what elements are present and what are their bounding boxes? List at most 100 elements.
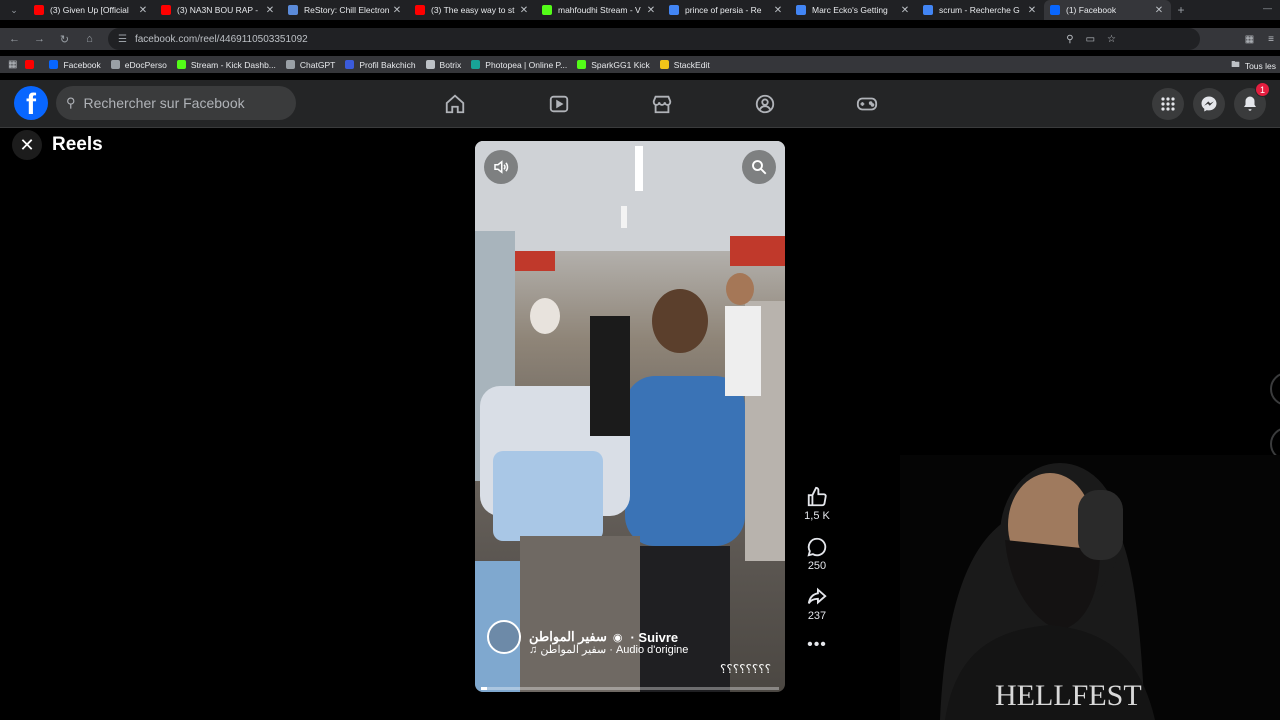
browser-tab[interactable]: mahfoudhi Stream - V ✕ [536,0,663,20]
reel-video[interactable]: سفير المواطن ◉ · Suivre ♫ سفير المواطن ·… [475,141,785,692]
bookmark-favicon-icon [49,60,59,69]
notification-badge: 1 [1255,82,1270,97]
bookmark-favicon-icon [110,60,120,69]
video-search-button[interactable] [742,150,776,184]
like-button[interactable]: 1,5 K [804,486,830,522]
comment-icon [807,537,827,557]
tab-close-icon[interactable]: ✕ [772,5,784,16]
search-icon [752,160,767,175]
tab-title: mahfoudhi Stream - V [558,5,641,15]
bookmark-label: Photopea | Online P... [485,59,568,70]
tab-close-icon[interactable]: ✕ [391,5,403,16]
tab-close-icon[interactable]: ✕ [899,5,911,16]
reading-list-icon[interactable]: ≡ [1268,34,1274,45]
bookmark-label: SparkGG1 Kick [591,59,650,70]
bookmark-star-icon[interactable]: ☆ [1107,34,1116,45]
bookmark-label: Facebook [63,59,101,70]
browser-tab[interactable]: (3) The easy way to st ✕ [409,0,536,20]
back-button[interactable]: ← [2,33,27,45]
apps-grid-icon[interactable]: ▦ [8,59,17,70]
nav-gaming[interactable] [815,80,919,128]
tab-favicon-icon [923,5,933,15]
close-reels-button[interactable]: ✕ [12,130,42,160]
tab-title: Marc Ecko's Getting [812,5,888,15]
mute-button[interactable] [484,150,518,184]
bookmark-item[interactable]: Photopea | Online P... [471,60,567,70]
tab-close-icon[interactable]: ✕ [518,5,530,16]
video-frame-scene [475,141,785,692]
facebook-search-input[interactable]: ⚲ Rechercher sur Facebook [56,86,296,120]
forward-button[interactable]: → [27,33,52,45]
menu-grid-icon [1161,97,1175,111]
tab-close-icon[interactable]: ✕ [264,5,276,16]
nav-home[interactable] [403,80,507,128]
tab-close-icon[interactable]: ✕ [137,5,149,16]
reel-audio[interactable]: ♫ سفير المواطن · Audio d'origine [529,643,688,656]
like-count: 1,5 K [804,510,830,522]
minimize-icon[interactable]: — [1263,3,1272,13]
bookmark-item[interactable]: ChatGPT [285,60,335,70]
browser-tab[interactable]: Marc Ecko's Getting ✕ [790,0,917,20]
share-button[interactable]: 237 [806,586,828,622]
bookmark-favicon-icon [659,60,669,69]
browser-tab[interactable]: scrum - Recherche G ✕ [917,0,1044,20]
thumbs-up-icon [807,486,827,507]
close-icon: ✕ [19,134,35,155]
previous-reel-button[interactable] [1270,372,1280,406]
menu-button[interactable] [1152,88,1184,120]
extensions-icon[interactable]: ▦ [1245,34,1254,45]
messenger-icon [1201,96,1217,112]
bookmark-item[interactable]: StackEdit [659,60,710,70]
nav-marketplace[interactable] [610,80,714,128]
browser-tab[interactable]: (3) NA3N BOU RAP - ✕ [155,0,282,20]
tab-favicon-icon [542,5,552,15]
browser-tab[interactable]: prince of persia - Re ✕ [663,0,790,20]
search-placeholder: Rechercher sur Facebook [83,95,245,111]
browser-tab[interactable]: (1) Facebook ✕ [1044,0,1171,20]
comment-button[interactable]: 250 [806,536,828,572]
speaker-icon [494,160,509,174]
groups-icon [755,94,775,114]
tab-search-chevron-icon[interactable]: ⌄ [0,5,28,16]
bookmark-item[interactable]: Botrix [425,59,462,70]
notifications-button[interactable]: 1 [1234,82,1270,120]
bookmark-item[interactable]: SparkGG1 Kick [577,60,650,70]
reload-button[interactable]: ↻ [52,33,77,46]
site-info-icon[interactable]: ☰ [118,34,127,45]
address-bar[interactable]: ☰ facebook.com/reel/4469110503351092 ⚲ ▭… [108,28,1200,50]
facebook-logo-icon[interactable]: f [14,86,48,120]
video-progress-bar[interactable] [481,687,779,690]
bookmarks-bar: ▦ Facebook eDocPerso Stream - Kick Dashb..… [0,56,1280,73]
browser-tab[interactable]: ReStory: Chill Electron ✕ [282,0,409,20]
bookmark-item[interactable]: eDocPerso [110,60,167,70]
audio-label: سفير المواطن · Audio d'origine [540,644,689,656]
tab-close-icon[interactable]: ✕ [1153,5,1165,16]
comment-count: 250 [807,560,827,572]
video-progress-fill [481,687,487,690]
new-tab-button[interactable]: + [1171,3,1191,17]
bookmark-item[interactable]: Stream - Kick Dashb... [176,60,276,70]
install-icon[interactable]: ▭ [1086,34,1095,45]
tab-title: (3) The easy way to st [431,5,515,15]
bookmark-item[interactable] [25,60,39,69]
tab-close-icon[interactable]: ✕ [1026,5,1038,16]
streamer-webcam-image: HELLFEST [900,455,1280,720]
tab-favicon-icon [288,5,298,15]
more-options-icon[interactable]: ••• [807,636,827,654]
messenger-button[interactable] [1193,88,1225,120]
tab-favicon-icon [161,5,171,15]
bookmark-item[interactable]: Facebook [49,59,101,70]
owner-avatar[interactable] [487,620,521,654]
nav-video[interactable] [507,80,611,128]
nav-groups[interactable] [713,80,817,128]
tab-favicon-icon [669,5,679,15]
zoom-icon[interactable]: ⚲ [1066,34,1073,45]
home-button[interactable]: ⌂ [77,33,102,45]
bookmark-favicon-icon [25,60,35,69]
tab-favicon-icon [415,5,425,15]
browser-tab[interactable]: (3) Given Up [Official ✕ [28,0,155,20]
all-bookmarks-folder[interactable]: 🖿 Tous les [1231,59,1276,73]
tab-close-icon[interactable]: ✕ [645,5,657,16]
bookmark-item[interactable]: Profil Bakchich [345,60,416,70]
bookmark-label: Botrix [439,59,462,70]
